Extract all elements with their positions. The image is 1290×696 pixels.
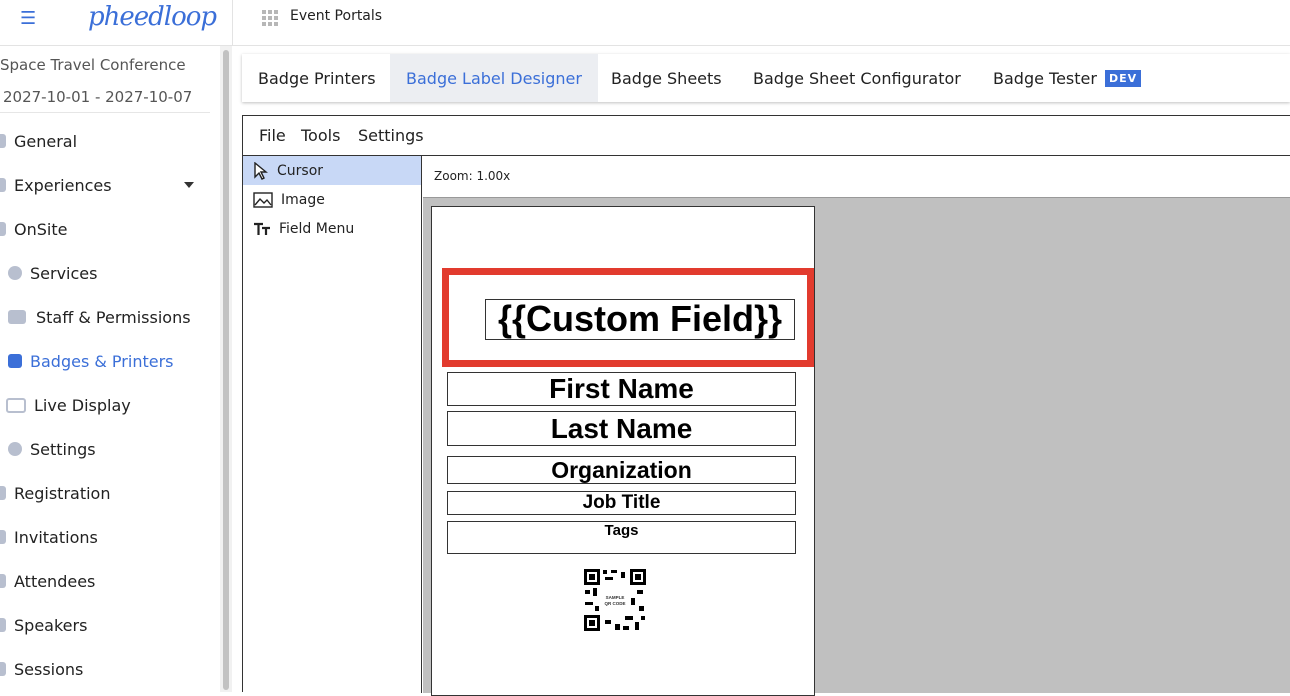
tab-label: Badge Label Designer (406, 68, 582, 88)
invitations-icon (0, 530, 6, 544)
monitor-icon (6, 397, 26, 413)
onsite-icon (0, 222, 6, 236)
sidebar-item-label: Services (30, 263, 98, 283)
chevron-down-icon[interactable] (184, 182, 194, 188)
tab-label: Badge Sheets (611, 68, 722, 88)
tool-panel: Cursor Image Field Menu (243, 156, 422, 693)
printer-icon (8, 354, 22, 368)
menu-file[interactable]: File (259, 126, 286, 145)
sidebar-item-label: Attendees (14, 571, 96, 591)
logo-text: pheedloop (88, 2, 217, 32)
sidebar: Space Travel Conference 2027-10-01 - 202… (0, 46, 232, 692)
tool-field-menu[interactable]: Field Menu (243, 214, 421, 243)
tab-label: Badge Tester (993, 68, 1097, 88)
sidebar-item-invitations[interactable]: Invitations (0, 522, 98, 552)
sidebar-item-label: Badges & Printers (30, 351, 174, 371)
text-icon (254, 222, 270, 235)
sidebar-item-speakers[interactable]: Speakers (0, 610, 87, 640)
sidebar-separator (0, 112, 210, 113)
tab-badge-tester[interactable]: Badge Tester DEV (977, 54, 1157, 102)
scrollbar-thumb[interactable] (223, 50, 229, 690)
sidebar-item-label: OnSite (14, 219, 68, 239)
svg-text:QR CODE: QR CODE (604, 601, 625, 606)
top-bar: ☰ pheedloop Event Portals (0, 0, 1290, 46)
qr-code-icon: SAMPLE QR CODE (583, 568, 647, 632)
sidebar-item-label: Live Display (34, 395, 131, 415)
field-first-name[interactable]: First Name (447, 372, 796, 406)
sidebar-item-live-display[interactable]: Live Display (6, 390, 131, 420)
zoom-bar: Zoom: 1.00x (423, 156, 1290, 198)
sidebar-item-general[interactable]: General (0, 126, 77, 156)
designer-menu-bar: File Tools Settings (243, 116, 1290, 156)
logo[interactable]: pheedloop (88, 2, 217, 36)
sidebar-item-label: Sessions (14, 659, 84, 679)
tool-label: Image (281, 191, 325, 208)
tab-badge-printers[interactable]: Badge Printers (242, 54, 392, 102)
badge-designer: File Tools Settings Cursor Image Field M… (242, 115, 1290, 696)
menu-settings[interactable]: Settings (358, 126, 424, 145)
speakers-icon (0, 618, 6, 632)
sidebar-item-onsite[interactable]: OnSite (0, 214, 67, 244)
portal-title[interactable]: Event Portals (290, 8, 382, 24)
sidebar-item-label: General (14, 131, 78, 151)
sidebar-item-settings[interactable]: Settings (8, 434, 96, 464)
sessions-icon (0, 662, 6, 676)
sidebar-item-label: Invitations (14, 527, 98, 547)
menu-tools[interactable]: Tools (301, 126, 340, 145)
field-tags[interactable]: Tags (447, 521, 796, 554)
sidebar-item-staff-permissions[interactable]: Staff & Permissions (8, 302, 191, 332)
apps-grid-icon[interactable] (262, 10, 278, 26)
zoom-level: Zoom: 1.00x (434, 169, 511, 183)
design-canvas[interactable]: {{Custom Field}} First Name Last Name Or… (423, 198, 1290, 696)
conference-dates: 2027-10-01 - 2027-10-07 (3, 88, 193, 106)
gear-icon (8, 442, 22, 456)
tab-badge-sheets[interactable]: Badge Sheets (595, 54, 738, 102)
field-organization[interactable]: Organization (447, 456, 796, 484)
svg-text:SAMPLE: SAMPLE (606, 595, 625, 600)
registration-icon (0, 486, 6, 500)
image-icon (253, 191, 273, 208)
tab-bar: Badge Printers Badge Label Designer Badg… (242, 54, 1290, 102)
sidebar-item-sessions[interactable]: Sessions (0, 654, 83, 684)
tab-badge-label-designer[interactable]: Badge Label Designer (390, 54, 598, 102)
sidebar-item-label: Staff & Permissions (36, 307, 191, 327)
sidebar-item-badges-printers[interactable]: Badges & Printers (8, 346, 173, 376)
sidebar-item-services[interactable]: Services (8, 258, 97, 288)
sidebar-item-registration[interactable]: Registration (0, 478, 110, 508)
badge-label[interactable]: {{Custom Field}} First Name Last Name Or… (431, 206, 815, 696)
sidebar-item-experiences[interactable]: Experiences (0, 170, 210, 200)
sidebar-item-attendees[interactable]: Attendees (0, 566, 95, 596)
tab-badge-sheet-configurator[interactable]: Badge Sheet Configurator (737, 54, 977, 102)
field-job-title[interactable]: Job Title (447, 491, 796, 515)
experiences-icon (0, 178, 6, 192)
sidebar-item-label: Speakers (14, 615, 88, 635)
tool-cursor[interactable]: Cursor (243, 156, 421, 185)
tab-label: Badge Sheet Configurator (753, 68, 961, 88)
selection-highlight (442, 268, 814, 367)
sidebar-item-label: Settings (30, 439, 96, 459)
dev-badge: DEV (1104, 69, 1142, 87)
people-icon (8, 310, 26, 324)
field-last-name[interactable]: Last Name (447, 411, 796, 446)
general-icon (0, 134, 6, 148)
conference-name: Space Travel Conference (0, 56, 186, 74)
tool-label: Field Menu (279, 220, 355, 237)
sidebar-item-label: Registration (14, 483, 111, 503)
tool-label: Cursor (277, 162, 324, 179)
sidebar-scrollbar[interactable] (220, 46, 232, 692)
services-icon (8, 266, 22, 280)
tool-image[interactable]: Image (243, 185, 421, 214)
hamburger-menu-icon[interactable]: ☰ (20, 8, 36, 29)
sidebar-item-label: Experiences (14, 175, 112, 195)
tab-label: Badge Printers (258, 68, 376, 88)
cursor-icon (254, 161, 268, 180)
divider (232, 0, 233, 46)
attendees-icon (0, 574, 6, 588)
qr-code[interactable]: SAMPLE QR CODE (583, 568, 647, 632)
